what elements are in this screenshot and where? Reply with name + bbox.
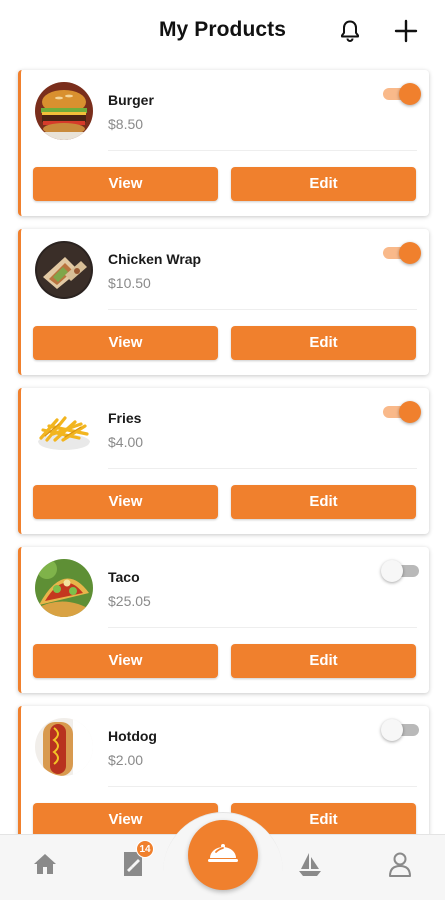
toggle-knob bbox=[399, 83, 421, 105]
edit-button[interactable]: Edit bbox=[231, 326, 416, 360]
divider bbox=[108, 150, 417, 151]
availability-toggle[interactable] bbox=[383, 400, 421, 423]
product-list[interactable]: Burger $8.50 View Edit Chicken Wrap $10.… bbox=[0, 64, 445, 834]
availability-toggle[interactable] bbox=[381, 559, 421, 582]
product-price: $10.50 bbox=[108, 275, 151, 291]
taco-image bbox=[35, 559, 93, 617]
chicken-wrap-image bbox=[35, 241, 93, 299]
divider bbox=[108, 309, 417, 310]
view-button[interactable]: View bbox=[33, 326, 218, 360]
page-title: My Products bbox=[158, 18, 287, 41]
toggle-knob bbox=[381, 560, 403, 582]
profile-icon[interactable] bbox=[388, 851, 412, 882]
home-icon[interactable] bbox=[33, 853, 57, 880]
product-name: Fries bbox=[108, 410, 142, 426]
divider bbox=[108, 468, 417, 469]
hotdog-image bbox=[35, 718, 93, 776]
plus-icon[interactable] bbox=[393, 18, 419, 44]
product-name: Burger bbox=[108, 92, 154, 108]
product-price: $4.00 bbox=[108, 434, 144, 450]
edit-button[interactable]: Edit bbox=[231, 485, 416, 519]
product-card: Fries $4.00 View Edit bbox=[18, 388, 429, 534]
toggle-knob bbox=[399, 401, 421, 423]
view-button[interactable]: View bbox=[33, 644, 218, 678]
product-name: Hotdog bbox=[108, 728, 157, 744]
orders-badge: 14 bbox=[136, 840, 154, 858]
product-card: Chicken Wrap $10.50 View Edit bbox=[18, 229, 429, 375]
view-button[interactable]: View bbox=[33, 167, 218, 201]
availability-toggle[interactable] bbox=[383, 241, 421, 264]
product-price: $25.05 bbox=[108, 593, 151, 609]
food-cover-button[interactable] bbox=[188, 820, 258, 890]
burger-image bbox=[35, 82, 93, 140]
product-name: Taco bbox=[108, 569, 140, 585]
availability-toggle[interactable] bbox=[381, 718, 421, 741]
divider bbox=[108, 786, 417, 787]
edit-button[interactable]: Edit bbox=[231, 167, 416, 201]
product-price: $8.50 bbox=[108, 116, 144, 132]
availability-toggle[interactable] bbox=[383, 82, 421, 105]
boat-icon[interactable] bbox=[297, 851, 323, 882]
bell-icon[interactable] bbox=[337, 18, 363, 44]
view-button[interactable]: View bbox=[33, 485, 218, 519]
food-cover-icon bbox=[208, 844, 238, 862]
toggle-knob bbox=[381, 719, 403, 741]
edit-button[interactable]: Edit bbox=[231, 644, 416, 678]
app-header: My Products bbox=[0, 0, 445, 64]
product-card: Taco $25.05 View Edit bbox=[18, 547, 429, 693]
fries-image bbox=[35, 400, 93, 458]
product-name: Chicken Wrap bbox=[108, 251, 202, 267]
product-card: Burger $8.50 View Edit bbox=[18, 70, 429, 216]
toggle-knob bbox=[399, 242, 421, 264]
divider bbox=[108, 627, 417, 628]
product-price: $2.00 bbox=[108, 752, 144, 768]
